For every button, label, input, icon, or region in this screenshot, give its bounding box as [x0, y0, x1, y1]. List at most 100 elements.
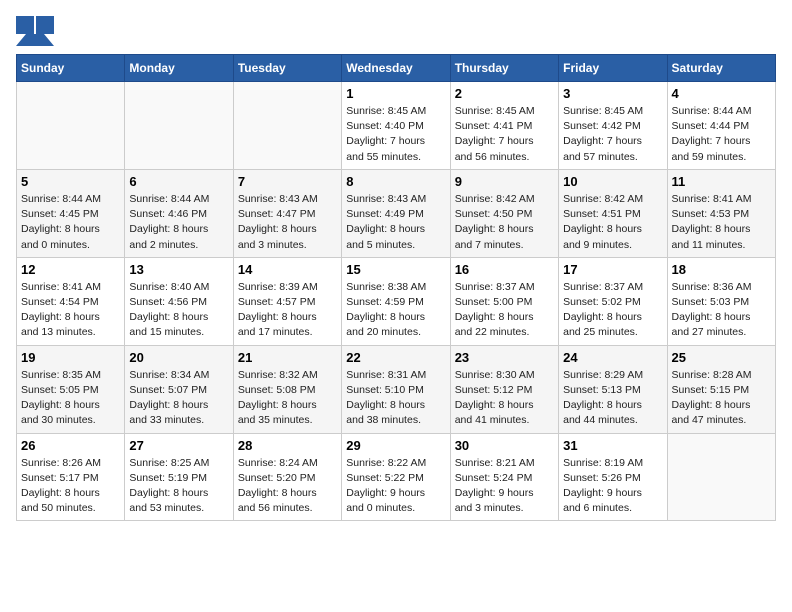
day-info: Sunrise: 8:38 AM Sunset: 4:59 PM Dayligh…	[346, 280, 445, 341]
day-number: 17	[563, 262, 662, 277]
header-saturday: Saturday	[667, 55, 775, 82]
day-number: 11	[672, 174, 771, 189]
calendar-cell: 31Sunrise: 8:19 AM Sunset: 5:26 PM Dayli…	[559, 433, 667, 521]
calendar-cell: 1 Sunrise: 8:45 AM Sunset: 4:40 PM Daylig…	[342, 82, 450, 170]
day-number: 20	[129, 350, 228, 365]
calendar-cell: 27 Sunrise: 8:25 AM Sunset: 5:19 PM Dayli…	[125, 433, 233, 521]
day-number: 29	[346, 438, 445, 453]
day-info: Sunrise: 8:25 AM Sunset: 5:19 PM Dayligh…	[129, 456, 228, 517]
day-number: 14	[238, 262, 337, 277]
calendar-cell: 21 Sunrise: 8:32 AM Sunset: 5:08 PM Dayli…	[233, 345, 341, 433]
day-info: Sunrise: 8:45 AM Sunset: 4:41 PM Dayligh…	[455, 104, 554, 165]
logo-icon	[16, 16, 54, 46]
logo	[16, 16, 58, 46]
day-info: Sunrise: 8:37 AM Sunset: 5:00 PM Dayligh…	[455, 280, 554, 341]
header-monday: Monday	[125, 55, 233, 82]
day-info: Sunrise: 8:41 AM Sunset: 4:53 PM Dayligh…	[672, 192, 771, 253]
calendar-cell: 19 Sunrise: 8:35 AM Sunset: 5:05 PM Dayli…	[17, 345, 125, 433]
calendar-cell	[233, 82, 341, 170]
day-info: Sunrise: 8:22 AM Sunset: 5:22 PM Dayligh…	[346, 456, 445, 517]
calendar-cell: 29 Sunrise: 8:22 AM Sunset: 5:22 PM Dayli…	[342, 433, 450, 521]
day-info: Sunrise: 8:31 AM Sunset: 5:10 PM Dayligh…	[346, 368, 445, 429]
day-number: 3	[563, 86, 662, 101]
day-info: Sunrise: 8:35 AM Sunset: 5:05 PM Dayligh…	[21, 368, 120, 429]
calendar-cell: 24 Sunrise: 8:29 AM Sunset: 5:13 PM Dayli…	[559, 345, 667, 433]
calendar-cell: 7 Sunrise: 8:43 AM Sunset: 4:47 PM Daylig…	[233, 169, 341, 257]
day-info: Sunrise: 8:41 AM Sunset: 4:54 PM Dayligh…	[21, 280, 120, 341]
day-number: 4	[672, 86, 771, 101]
day-number: 27	[129, 438, 228, 453]
calendar-cell	[125, 82, 233, 170]
day-info: Sunrise: 8:21 AM Sunset: 5:24 PM Dayligh…	[455, 456, 554, 517]
calendar-week-row: 12 Sunrise: 8:41 AM Sunset: 4:54 PM Dayli…	[17, 257, 776, 345]
calendar-cell: 30 Sunrise: 8:21 AM Sunset: 5:24 PM Dayli…	[450, 433, 558, 521]
day-number: 18	[672, 262, 771, 277]
day-number: 28	[238, 438, 337, 453]
calendar-cell: 11 Sunrise: 8:41 AM Sunset: 4:53 PM Dayli…	[667, 169, 775, 257]
day-number: 31	[563, 438, 662, 453]
calendar-cell: 9 Sunrise: 8:42 AM Sunset: 4:50 PM Daylig…	[450, 169, 558, 257]
day-number: 2	[455, 86, 554, 101]
calendar-cell: 26 Sunrise: 8:26 AM Sunset: 5:17 PM Dayli…	[17, 433, 125, 521]
calendar-cell: 12 Sunrise: 8:41 AM Sunset: 4:54 PM Dayli…	[17, 257, 125, 345]
calendar-cell: 17 Sunrise: 8:37 AM Sunset: 5:02 PM Dayli…	[559, 257, 667, 345]
header-thursday: Thursday	[450, 55, 558, 82]
calendar-cell	[667, 433, 775, 521]
calendar-cell: 13Sunrise: 8:40 AM Sunset: 4:56 PM Dayli…	[125, 257, 233, 345]
day-info: Sunrise: 8:44 AM Sunset: 4:44 PM Dayligh…	[672, 104, 771, 165]
day-info: Sunrise: 8:43 AM Sunset: 4:47 PM Dayligh…	[238, 192, 337, 253]
day-number: 16	[455, 262, 554, 277]
calendar-week-row: 1 Sunrise: 8:45 AM Sunset: 4:40 PM Daylig…	[17, 82, 776, 170]
day-number: 21	[238, 350, 337, 365]
day-info: Sunrise: 8:36 AM Sunset: 5:03 PM Dayligh…	[672, 280, 771, 341]
day-number: 26	[21, 438, 120, 453]
calendar-cell	[17, 82, 125, 170]
weekday-header-row: Sunday Monday Tuesday Wednesday Thursday…	[17, 55, 776, 82]
day-info: Sunrise: 8:42 AM Sunset: 4:51 PM Dayligh…	[563, 192, 662, 253]
day-info: Sunrise: 8:26 AM Sunset: 5:17 PM Dayligh…	[21, 456, 120, 517]
day-info: Sunrise: 8:32 AM Sunset: 5:08 PM Dayligh…	[238, 368, 337, 429]
day-number: 19	[21, 350, 120, 365]
calendar-cell: 15 Sunrise: 8:38 AM Sunset: 4:59 PM Dayli…	[342, 257, 450, 345]
day-info: Sunrise: 8:37 AM Sunset: 5:02 PM Dayligh…	[563, 280, 662, 341]
calendar-cell: 22Sunrise: 8:31 AM Sunset: 5:10 PM Dayli…	[342, 345, 450, 433]
page-header	[16, 16, 776, 46]
day-number: 12	[21, 262, 120, 277]
calendar-cell: 2 Sunrise: 8:45 AM Sunset: 4:41 PM Daylig…	[450, 82, 558, 170]
day-number: 10	[563, 174, 662, 189]
day-info: Sunrise: 8:24 AM Sunset: 5:20 PM Dayligh…	[238, 456, 337, 517]
day-number: 5	[21, 174, 120, 189]
day-info: Sunrise: 8:34 AM Sunset: 5:07 PM Dayligh…	[129, 368, 228, 429]
day-number: 8	[346, 174, 445, 189]
day-info: Sunrise: 8:29 AM Sunset: 5:13 PM Dayligh…	[563, 368, 662, 429]
day-number: 15	[346, 262, 445, 277]
calendar-cell: 5Sunrise: 8:44 AM Sunset: 4:45 PM Daylig…	[17, 169, 125, 257]
calendar-cell: 23 Sunrise: 8:30 AM Sunset: 5:12 PM Dayli…	[450, 345, 558, 433]
day-info: Sunrise: 8:45 AM Sunset: 4:42 PM Dayligh…	[563, 104, 662, 165]
day-number: 1	[346, 86, 445, 101]
day-number: 24	[563, 350, 662, 365]
header-friday: Friday	[559, 55, 667, 82]
day-number: 25	[672, 350, 771, 365]
calendar-week-row: 5Sunrise: 8:44 AM Sunset: 4:45 PM Daylig…	[17, 169, 776, 257]
day-number: 23	[455, 350, 554, 365]
day-info: Sunrise: 8:30 AM Sunset: 5:12 PM Dayligh…	[455, 368, 554, 429]
calendar-week-row: 19 Sunrise: 8:35 AM Sunset: 5:05 PM Dayli…	[17, 345, 776, 433]
day-number: 9	[455, 174, 554, 189]
day-info: Sunrise: 8:42 AM Sunset: 4:50 PM Dayligh…	[455, 192, 554, 253]
day-number: 7	[238, 174, 337, 189]
day-number: 30	[455, 438, 554, 453]
calendar-cell: 10 Sunrise: 8:42 AM Sunset: 4:51 PM Dayli…	[559, 169, 667, 257]
day-info: Sunrise: 8:45 AM Sunset: 4:40 PM Dayligh…	[346, 104, 445, 165]
calendar-cell: 28 Sunrise: 8:24 AM Sunset: 5:20 PM Dayli…	[233, 433, 341, 521]
header-wednesday: Wednesday	[342, 55, 450, 82]
calendar-cell: 4 Sunrise: 8:44 AM Sunset: 4:44 PM Daylig…	[667, 82, 775, 170]
calendar-table: Sunday Monday Tuesday Wednesday Thursday…	[16, 54, 776, 521]
calendar-cell: 20 Sunrise: 8:34 AM Sunset: 5:07 PM Dayli…	[125, 345, 233, 433]
header-tuesday: Tuesday	[233, 55, 341, 82]
day-number: 13	[129, 262, 228, 277]
day-info: Sunrise: 8:28 AM Sunset: 5:15 PM Dayligh…	[672, 368, 771, 429]
calendar-cell: 16 Sunrise: 8:37 AM Sunset: 5:00 PM Dayli…	[450, 257, 558, 345]
calendar-week-row: 26 Sunrise: 8:26 AM Sunset: 5:17 PM Dayli…	[17, 433, 776, 521]
day-info: Sunrise: 8:43 AM Sunset: 4:49 PM Dayligh…	[346, 192, 445, 253]
